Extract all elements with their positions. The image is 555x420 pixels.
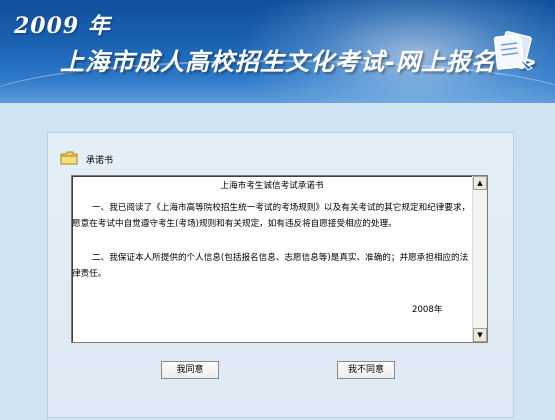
agree-button[interactable]: 我同意	[161, 361, 219, 379]
banner-year: 2009 年	[14, 13, 111, 39]
agreement-panel: 承诺书 上海市考生诚信考试承诺书 一、我已阅读了《上海市高等院校招生统一考试的考…	[47, 132, 514, 418]
signature-year: 2008年	[412, 305, 443, 315]
section-label: 承诺书	[86, 156, 114, 166]
scroll-down-arrow-icon[interactable]: ▼	[473, 328, 487, 342]
scrollbar-track[interactable]	[473, 190, 487, 328]
header-banner: 2009 年 上海市成人高校招生文化考试-网上报名>>	[0, 0, 555, 103]
paragraph-1: 一、我已阅读了《上海市高等院校招生统一考试的考场规则》以及有关考试的其它规定和纪…	[72, 203, 471, 229]
folder-icon	[60, 151, 78, 165]
scroll-up-arrow-icon[interactable]: ▲	[473, 176, 487, 190]
vertical-scrollbar[interactable]: ▲ ▼	[472, 176, 487, 342]
agreement-content: 上海市考生诚信考试承诺书 一、我已阅读了《上海市高等院校招生统一考试的考场规则》…	[72, 176, 472, 342]
document-stack-icon	[493, 31, 533, 71]
disagree-button[interactable]: 我不同意	[337, 361, 395, 379]
document-title: 上海市考生诚信考试承诺书	[220, 181, 324, 191]
agreement-textarea[interactable]: 上海市考生诚信考试承诺书 一、我已阅读了《上海市高等院校招生统一考试的考场规则》…	[71, 175, 488, 343]
paragraph-2: 二、我保证本人所提供的个人信息(包括报名信息、志愿信息等)是真实、准确的；并愿承…	[72, 253, 469, 279]
page-title: 上海市成人高校招生文化考试-网上报名>>	[60, 48, 539, 76]
